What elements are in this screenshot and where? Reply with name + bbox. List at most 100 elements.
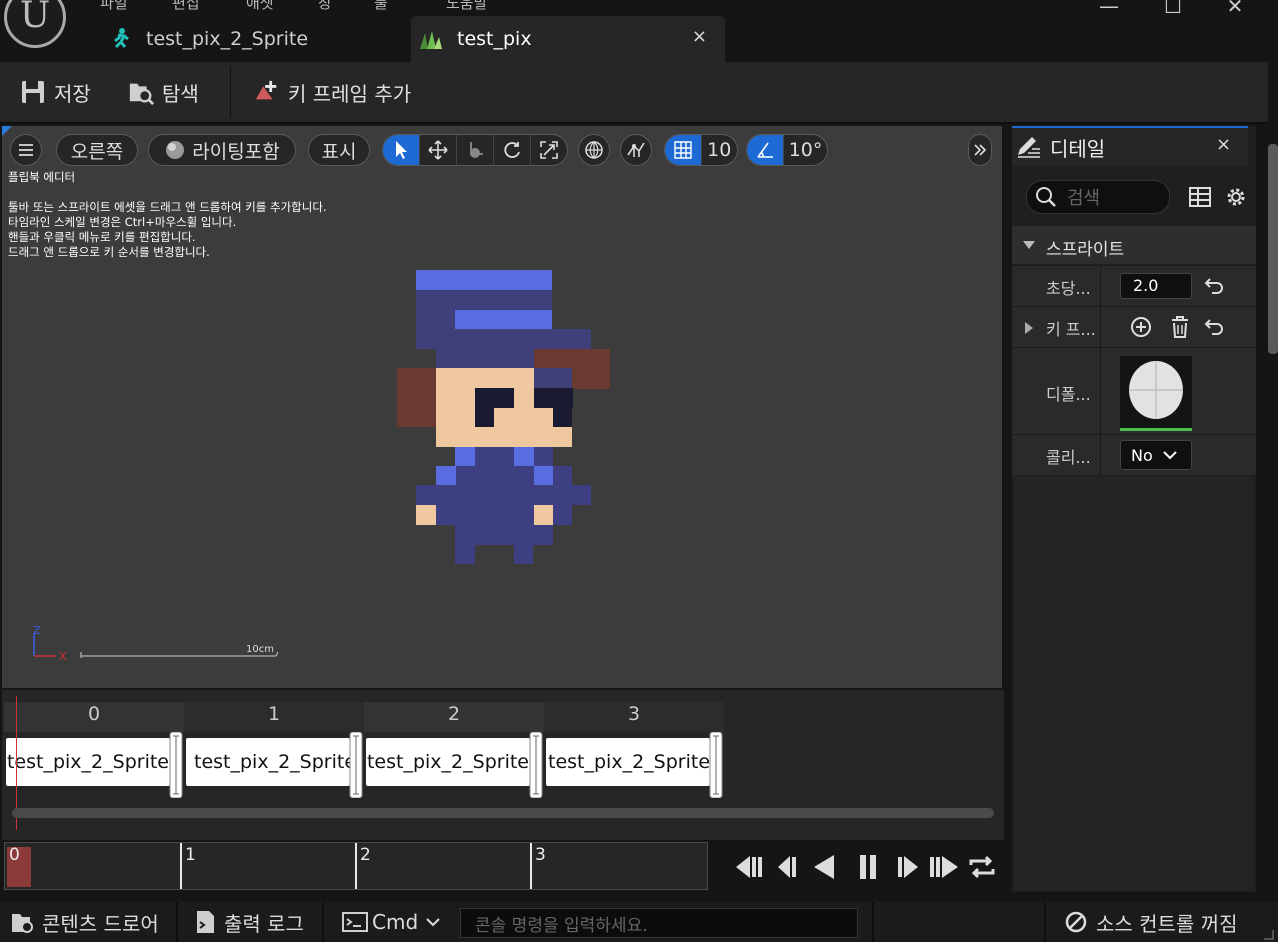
cmd-dropdown[interactable]: Cmd	[342, 902, 440, 942]
menu-help[interactable]: 도움말	[446, 0, 487, 13]
search-icon	[1036, 187, 1056, 207]
grid-snap-value[interactable]: 10	[702, 135, 738, 165]
scrub-frame-3: 3	[535, 845, 546, 865]
reset-arrow-icon[interactable]	[1204, 277, 1224, 295]
go-to-start-icon[interactable]	[734, 852, 766, 882]
flipbook-viewport[interactable]: 오른쪽 라이팅포함 표시 10 10° 플립북 에디터 툴바 또는 스프라이트 …	[2, 126, 1002, 688]
content-drawer-button[interactable]: 콘텐츠 드로어	[10, 902, 159, 942]
search-placeholder: 검색	[1067, 188, 1101, 209]
loop-icon[interactable]	[966, 852, 998, 882]
menu-window[interactable]: 창	[318, 0, 332, 13]
collision-dropdown[interactable]: No	[1120, 440, 1192, 470]
material-thumbnail[interactable]	[1120, 356, 1192, 431]
keyframe-resize-handle[interactable]	[349, 732, 363, 798]
expand-triangle-icon[interactable]	[1024, 321, 1034, 335]
show-menu-button[interactable]: 표시	[308, 134, 370, 166]
viewport-menu-button[interactable]	[10, 134, 42, 166]
tab-test-pix[interactable]: test_pix ×	[411, 16, 725, 62]
pivot-icon	[470, 142, 483, 158]
translate-tool-button[interactable]	[420, 135, 457, 165]
editor-title-text: 플립북 에디터	[8, 170, 76, 184]
console-command-input[interactable]: 콘솔 명령을 입력하세요.	[460, 908, 858, 938]
scale-tool-button[interactable]	[531, 135, 567, 165]
browse-button[interactable]: 탐색	[128, 76, 199, 108]
viewport-corner-marker	[2, 126, 12, 136]
keyframe-0[interactable]: test_pix_2_Sprite	[6, 738, 170, 786]
tab-test-pix-2-sprite[interactable]: test_pix_2_Sprite	[100, 16, 400, 62]
keyframe-3[interactable]: test_pix_2_Sprite1_	[546, 738, 710, 786]
view-mode-button[interactable]: 오른쪽	[56, 134, 138, 166]
hint-line-3: 핸들과 우클릭 메뉴로 키를 편집합니다.	[8, 230, 196, 244]
scrub-frame-2: 2	[360, 845, 371, 865]
scrub-tick	[355, 843, 357, 889]
fps-input[interactable]: 2.0	[1120, 273, 1192, 299]
unreal-logo-icon[interactable]: U	[4, 0, 66, 48]
keyframes-row: 키 프...	[1012, 306, 1256, 347]
menu-asset[interactable]: 애셋	[246, 0, 274, 13]
add-keyframe-button[interactable]: 키 프레임 추가	[254, 76, 411, 108]
collision-row: 콜리... No	[1012, 434, 1256, 475]
details-tab[interactable]: 디테일	[1012, 126, 1248, 166]
world-local-toggle[interactable]	[578, 134, 610, 166]
output-log-button[interactable]: 출력 로그	[194, 902, 304, 942]
scrub-frame-0: 0	[9, 845, 20, 865]
go-to-end-icon[interactable]	[928, 852, 960, 882]
fps-label: 초당...	[1046, 279, 1091, 298]
trash-icon[interactable]	[1170, 315, 1190, 339]
add-element-icon[interactable]	[1130, 316, 1152, 338]
surface-snap-toggle[interactable]	[620, 134, 652, 166]
rotation-snap-toggle[interactable]	[747, 135, 785, 165]
running-figure-icon	[114, 28, 129, 49]
reset-arrow-icon[interactable]	[1204, 318, 1224, 336]
menu-tools[interactable]: 툴	[374, 0, 388, 13]
double-chevron-right-icon	[974, 144, 987, 156]
play-reverse-icon[interactable]	[810, 852, 842, 882]
flipbook-icon	[420, 31, 442, 49]
lighting-mode-button[interactable]: 라이팅포함	[148, 134, 296, 166]
scrub-tick	[180, 843, 182, 889]
close-details-icon[interactable]: ×	[1216, 134, 1231, 155]
keyframe-resize-handle[interactable]	[169, 732, 183, 798]
details-pencil-icon	[1018, 137, 1040, 158]
sprite-section-header[interactable]: 스프라이트	[1012, 226, 1256, 264]
rotate-tool-button[interactable]	[494, 135, 531, 165]
right-scrollbar[interactable]	[1268, 144, 1278, 354]
tab-label: test_pix_2_Sprite	[146, 28, 309, 50]
surface-snap-icon	[627, 142, 645, 157]
grid-snap-toggle[interactable]	[665, 135, 702, 165]
table-view-icon[interactable]	[1188, 186, 1212, 208]
fps-row: 초당... 2.0	[1012, 265, 1256, 306]
menu-edit[interactable]: 편집	[172, 0, 200, 13]
maximize-button[interactable]: ☐	[1150, 0, 1196, 18]
keyframe-1[interactable]: test_pix_2_Sprite1	[186, 738, 350, 786]
keyframe-resize-handle[interactable]	[709, 732, 723, 798]
status-bar: 콘텐츠 드로어 출력 로그 Cmd 콘솔 명령을 입력하세요. 소스 컨트롤 꺼…	[0, 902, 1278, 942]
pivot-tool-button[interactable]	[457, 135, 494, 165]
source-control-button[interactable]: 소스 컨트롤 꺼짐	[1064, 902, 1238, 942]
select-tool-button[interactable]	[383, 135, 420, 165]
timeline-scrollbar[interactable]	[12, 808, 994, 818]
save-button[interactable]: 저장	[20, 76, 91, 108]
globe-icon	[585, 141, 603, 159]
step-back-icon[interactable]	[772, 852, 804, 882]
details-search-input[interactable]: 검색	[1026, 180, 1170, 214]
keyframe-2[interactable]: test_pix_2_Sprite	[366, 738, 530, 786]
asset-toolbar: 저장 탐색 키 프레임 추가	[0, 62, 1268, 124]
settings-gear-icon[interactable]	[1224, 185, 1248, 209]
minimize-button[interactable]: —	[1086, 0, 1132, 18]
resize-grip-icon[interactable]	[1262, 928, 1274, 940]
pause-icon[interactable]	[852, 852, 884, 882]
close-window-button[interactable]: ✕	[1212, 0, 1258, 18]
rotate-icon	[504, 142, 520, 158]
rotation-snap-value[interactable]: 10°	[784, 135, 827, 165]
material-sphere-icon	[1129, 361, 1183, 419]
chevron-down-icon	[426, 918, 440, 927]
flipbook-timeline[interactable]: 0 1 2 3 test_pix_2_Sprite test_pix_2_Spr…	[2, 690, 1004, 840]
expand-toolbar-button[interactable]	[968, 134, 992, 166]
playback-scrubber[interactable]: 0 1 2 3	[4, 842, 708, 890]
menu-file[interactable]: 파일	[100, 0, 128, 13]
details-empty-area	[1014, 476, 1254, 890]
close-tab-icon[interactable]: ×	[692, 26, 707, 47]
step-forward-icon[interactable]	[892, 852, 924, 882]
keyframe-resize-handle[interactable]	[529, 732, 543, 798]
